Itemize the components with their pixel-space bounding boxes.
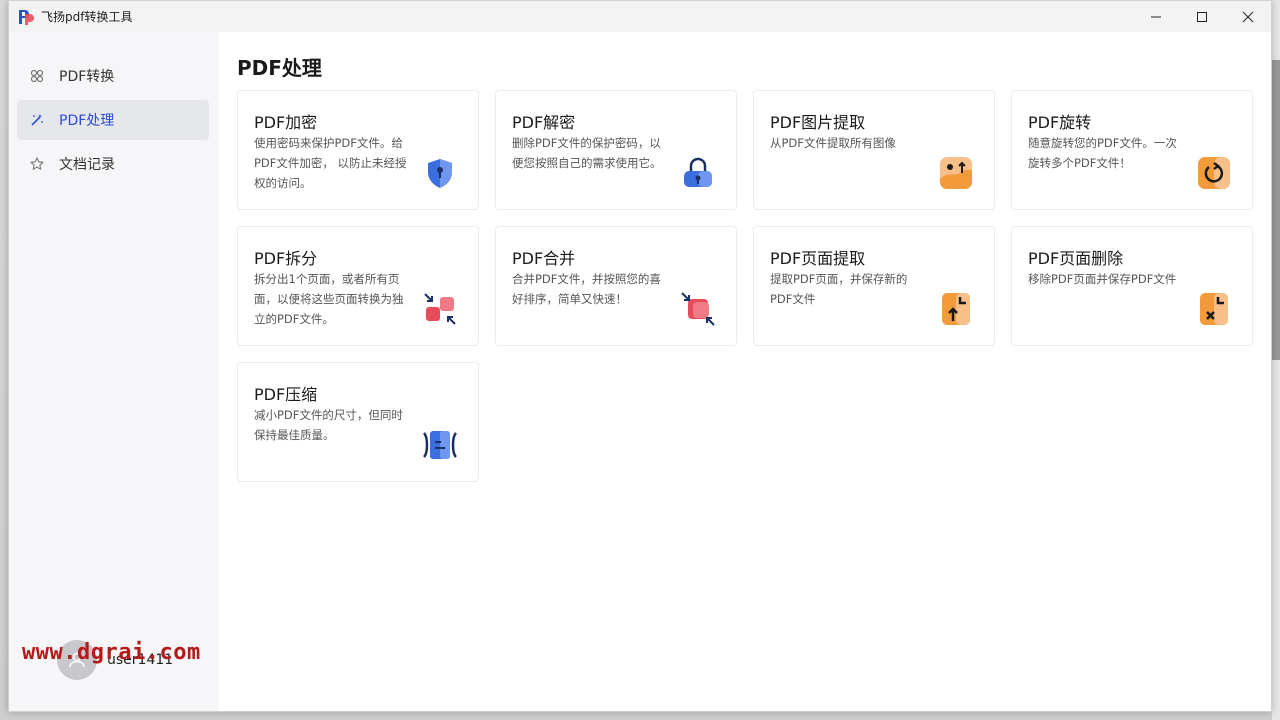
maximize-icon [1197, 11, 1207, 22]
sidebar-item-label: PDF处理 [59, 113, 115, 129]
card-pdf-rotate[interactable]: PDF旋转 随意旋转您的PDF文件。一次旋转多个PDF文件！ [1011, 90, 1253, 210]
card-pdf-compress[interactable]: PDF压缩 减小PDF文件的尺寸，但同时保持最佳质量。 [237, 362, 479, 482]
card-description: 减小PDF文件的尺寸，但同时保持最佳质量。 [254, 408, 403, 442]
image-extract-icon [940, 157, 972, 189]
app-logo-icon [19, 9, 34, 25]
card-pdf-image-extract[interactable]: PDF图片提取 从PDF文件提取所有图像 [753, 90, 995, 210]
split-icon [424, 293, 456, 325]
card-pdf-decrypt[interactable]: PDF解密 删除PDF文件的保护密码，以便您按照自己的需求使用它。 [495, 90, 737, 210]
card-pdf-page-extract[interactable]: PDF页面提取 提取PDF页面，并保存新的PDF文件 [753, 226, 995, 346]
desktop-right-strip [1272, 0, 1280, 720]
sidebar-item-label: PDF转换 [59, 69, 115, 85]
app-window: 飞扬pdf转换工具 PDF转换 PDF处理 文档记录 user1411 PDF处… [8, 0, 1272, 712]
card-title: PDF压缩 [254, 385, 318, 404]
window-title: 飞扬pdf转换工具 [41, 10, 133, 24]
unlock-icon [684, 157, 712, 187]
sidebar-item-pdf-convert[interactable]: PDF转换 [17, 56, 209, 96]
minimize-button[interactable] [1133, 1, 1179, 32]
card-title: PDF页面提取 [770, 249, 866, 268]
card-title: PDF页面删除 [1028, 249, 1124, 268]
rotate-icon [1198, 157, 1230, 189]
watermark-text: www.dgrai.com [22, 640, 201, 665]
card-pdf-page-delete[interactable]: PDF页面删除 移除PDF页面并保存PDF文件 [1011, 226, 1253, 346]
star-icon [29, 156, 45, 172]
card-description: 删除PDF文件的保护密码，以便您按照自己的需求使用它。 [512, 136, 662, 170]
card-pdf-split[interactable]: PDF拆分 拆分出1个页面，或者所有页面，以便将这些页面转换为独立的PDF文件。 [237, 226, 479, 346]
card-title: PDF合并 [512, 249, 576, 268]
sidebar-item-label: 文档记录 [59, 157, 115, 173]
merge-icon [681, 292, 715, 326]
magic-wand-icon [29, 112, 45, 128]
card-title: PDF加密 [254, 113, 318, 132]
card-pdf-encrypt[interactable]: PDF加密 使用密码来保护PDF文件。给PDF文件加密， 以防止未经授权的访问。 [237, 90, 479, 210]
title-bar[interactable]: 飞扬pdf转换工具 [9, 1, 1271, 32]
card-description: 使用密码来保护PDF文件。给PDF文件加密， 以防止未经授权的访问。 [254, 136, 407, 190]
page-delete-icon [1200, 293, 1228, 325]
page-title: PDF处理 [237, 56, 322, 80]
main-content: PDF处理 PDF加密 使用密码来保护PDF文件。给PDF文件加密， 以防止未经… [219, 32, 1271, 711]
card-title: PDF图片提取 [770, 113, 866, 132]
card-description: 从PDF文件提取所有图像 [770, 136, 896, 150]
card-title: PDF解密 [512, 113, 576, 132]
card-description: 拆分出1个页面，或者所有页面，以便将这些页面转换为独立的PDF文件。 [254, 272, 404, 326]
card-description: 移除PDF页面并保存PDF文件 [1028, 272, 1177, 286]
sidebar-item-pdf-process[interactable]: PDF处理 [17, 100, 209, 140]
card-title: PDF旋转 [1028, 113, 1092, 132]
sidebar-item-doc-records[interactable]: 文档记录 [17, 144, 209, 184]
page-extract-icon [942, 293, 970, 325]
sidebar: PDF转换 PDF处理 文档记录 user1411 [9, 32, 219, 711]
card-description: 合并PDF文件，并按照您的喜好排序，简单又快速！ [512, 272, 661, 306]
maximize-button[interactable] [1179, 1, 1225, 32]
compress-icon [422, 431, 458, 459]
convert-icon [29, 68, 45, 84]
close-button[interactable] [1225, 1, 1271, 32]
card-title: PDF拆分 [254, 249, 318, 268]
minimize-icon [1151, 16, 1161, 17]
card-description: 提取PDF页面，并保存新的PDF文件 [770, 272, 908, 306]
shield-lock-icon [428, 159, 452, 188]
close-icon [1242, 11, 1254, 22]
card-description: 随意旋转您的PDF文件。一次旋转多个PDF文件！ [1028, 136, 1177, 170]
card-pdf-merge[interactable]: PDF合并 合并PDF文件，并按照您的喜好排序，简单又快速！ [495, 226, 737, 346]
